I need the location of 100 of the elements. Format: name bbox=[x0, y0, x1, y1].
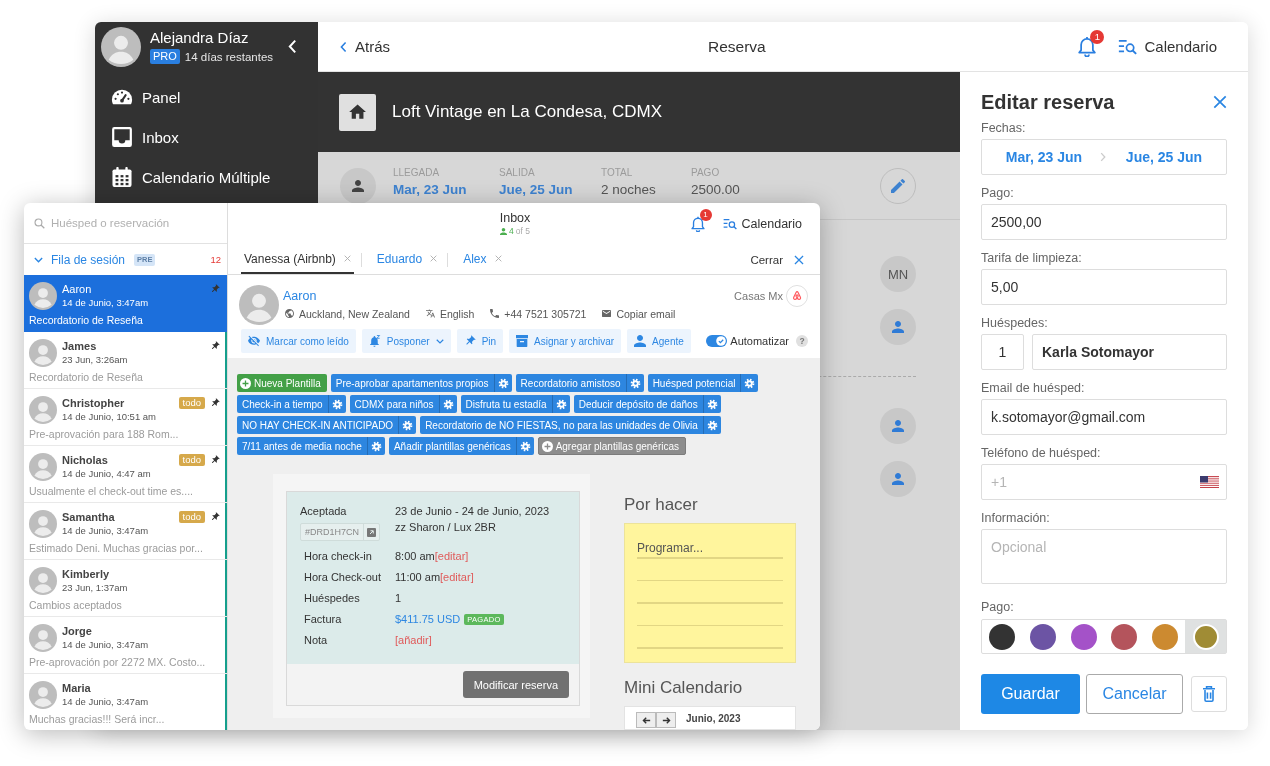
close-icon[interactable] bbox=[343, 255, 351, 262]
toggle-switch[interactable] bbox=[706, 335, 728, 347]
gear-icon[interactable] bbox=[331, 398, 343, 410]
flag-icon[interactable] bbox=[1200, 476, 1219, 488]
back-button[interactable]: Atrás bbox=[340, 38, 390, 55]
template-button[interactable]: Pre-aprobar apartamentos propios bbox=[330, 374, 512, 392]
template-button[interactable]: Huésped potencial bbox=[647, 374, 759, 392]
action-button[interactable]: Posponer bbox=[361, 329, 451, 353]
gear-icon[interactable] bbox=[519, 440, 531, 452]
person-icon[interactable] bbox=[880, 309, 916, 345]
detail-link[interactable]: [añadir] bbox=[395, 633, 432, 647]
close-tabs-button[interactable]: Cerrar bbox=[750, 245, 804, 274]
bell-icon[interactable] bbox=[690, 216, 705, 232]
person-icon[interactable] bbox=[880, 408, 916, 444]
color-option[interactable] bbox=[1185, 620, 1227, 653]
end-date[interactable]: Jue, 25 Jun bbox=[1125, 149, 1203, 165]
gear-icon[interactable] bbox=[370, 440, 382, 452]
nav-item[interactable]: Inbox bbox=[95, 117, 318, 157]
gear-icon[interactable] bbox=[744, 377, 756, 389]
delete-button[interactable] bbox=[1191, 676, 1227, 712]
add-templates-button[interactable]: Agregar plantillas genéricas bbox=[537, 437, 687, 455]
pin-icon[interactable] bbox=[210, 455, 220, 465]
person-icon[interactable] bbox=[880, 461, 916, 497]
action-button[interactable]: Agente bbox=[627, 329, 691, 353]
conversation-item[interactable]: Aaron 14 de Junio, 3:47am Recordatorio de Reseña bbox=[24, 275, 227, 332]
detail-link[interactable]: [editar] bbox=[440, 570, 474, 584]
copy-email-link[interactable]: Copiar email bbox=[616, 307, 676, 320]
guest-name[interactable]: Aaron bbox=[283, 289, 317, 303]
pin-icon[interactable] bbox=[210, 512, 220, 522]
template-button[interactable]: CDMX para niños bbox=[349, 395, 457, 413]
modify-reservation-button[interactable]: Modificar reserva bbox=[462, 671, 569, 698]
conversation-item[interactable]: Samantha todo 14 de Junio, 3:47am Estimado Deni. Muchas gracias por... bbox=[24, 503, 227, 560]
email-field[interactable]: k.sotomayor@gmail.com bbox=[981, 399, 1227, 435]
todo-note-field[interactable]: Programar... bbox=[624, 523, 796, 663]
detail-link[interactable]: [editar] bbox=[434, 549, 469, 563]
conversation-tab[interactable]: Vanessa (Airbnb) bbox=[241, 245, 354, 274]
guest-count-field[interactable]: 1 bbox=[981, 334, 1024, 370]
pin-icon[interactable] bbox=[210, 341, 220, 351]
gear-icon[interactable] bbox=[402, 419, 414, 431]
close-icon[interactable] bbox=[430, 255, 438, 262]
text-field[interactable]: 5,00 bbox=[981, 269, 1227, 305]
gear-icon[interactable] bbox=[555, 398, 567, 410]
action-button[interactable]: Marcar como leído bbox=[241, 329, 356, 353]
queue-title[interactable]: Fila de sesión bbox=[51, 252, 126, 267]
template-button[interactable]: Recordatorio de NO FIESTAS, no para las unidades de Olivia bbox=[420, 416, 721, 434]
summary-date[interactable]: Mar, 23 Jun bbox=[393, 181, 499, 199]
chevron-down-icon[interactable] bbox=[34, 256, 43, 263]
action-button[interactable]: Asignar y archivar bbox=[509, 329, 622, 353]
gear-icon[interactable] bbox=[442, 398, 454, 410]
close-icon[interactable] bbox=[1213, 95, 1227, 109]
plus-circle-icon bbox=[541, 440, 553, 452]
start-date[interactable]: Mar, 23 Jun bbox=[1005, 149, 1083, 165]
conversation-tab[interactable]: Alex bbox=[460, 245, 505, 274]
calendar-button[interactable]: Calendario bbox=[1118, 38, 1217, 55]
guest-name-field[interactable]: Karla Sotomayor bbox=[1032, 334, 1227, 370]
nav-item[interactable]: Panel bbox=[95, 77, 318, 117]
nav-item[interactable]: Calendario Múltiple bbox=[95, 157, 318, 197]
pin-icon[interactable] bbox=[210, 398, 220, 408]
panel-title: Editar reserva bbox=[981, 90, 1115, 114]
template-button[interactable]: Check-in a tiempo bbox=[237, 395, 346, 413]
reservation-code: #DRD1H7CN bbox=[304, 527, 360, 537]
gear-icon[interactable] bbox=[629, 377, 641, 389]
new-template-button[interactable]: Nueva Plantilla bbox=[237, 374, 327, 392]
conversation-item[interactable]: Nicholas todo 14 de Junio, 4:47 am Usualmente el check-out time es.... bbox=[24, 446, 227, 503]
conversation-item[interactable]: James 23 Jun, 3:26am Recordatorio de Reseña bbox=[24, 332, 227, 389]
template-button[interactable]: Deducir depósito de daños bbox=[573, 395, 721, 413]
text-field[interactable]: 2500,00 bbox=[981, 204, 1227, 240]
notes-field[interactable]: Opcional bbox=[981, 529, 1227, 584]
detail-value: 1 bbox=[395, 591, 402, 605]
external-link-icon[interactable] bbox=[367, 527, 376, 537]
gear-icon[interactable] bbox=[706, 398, 718, 410]
conversation-item[interactable]: Maria 14 de Junio, 3:47am Muchas gracias!!! Será incr... bbox=[24, 674, 227, 730]
conversation-item[interactable]: Jorge 14 de Junio, 3:47am Pre-aprovación por 2272 MX. Costo... bbox=[24, 617, 227, 674]
guest-initials[interactable]: MN bbox=[880, 256, 916, 292]
message-time: 23 Jun, 3:26am bbox=[62, 353, 129, 367]
conversation-item[interactable]: Kimberly 23 Jun, 1:37am Cambios aceptados bbox=[24, 560, 227, 617]
phone-field[interactable]: +1 bbox=[981, 464, 1227, 500]
search-field[interactable]: Huésped o reservación bbox=[51, 203, 227, 243]
template-button[interactable]: Recordatorio amistoso bbox=[515, 374, 644, 392]
gear-icon[interactable] bbox=[497, 377, 509, 389]
conversation-item[interactable]: Christopher todo 14 de Junio, 10:51 am Pre-aprovación para 188 Rom... bbox=[24, 389, 227, 446]
calendar-button[interactable]: Calendario bbox=[722, 217, 802, 231]
action-button[interactable]: Pin bbox=[456, 329, 504, 353]
gear-icon[interactable] bbox=[706, 419, 718, 431]
close-icon[interactable] bbox=[494, 255, 502, 262]
template-button[interactable]: NO HAY CHECK-IN ANTICIPADO bbox=[237, 416, 417, 434]
previous-month-button[interactable] bbox=[636, 712, 656, 728]
invoice-amount[interactable]: $411.75 USD bbox=[395, 612, 461, 626]
bell-icon[interactable] bbox=[1078, 36, 1097, 57]
template-button[interactable]: Disfruta tu estadía bbox=[460, 395, 570, 413]
save-button[interactable]: Guardar bbox=[981, 674, 1080, 714]
summary-date[interactable]: Jue, 25 Jun bbox=[499, 181, 601, 199]
next-month-button[interactable] bbox=[656, 712, 676, 728]
collapse-chevron-icon[interactable] bbox=[288, 39, 297, 54]
template-button[interactable]: Añadir plantillas genéricas bbox=[388, 437, 534, 455]
date-range-field[interactable]: Mar, 23 Jun Jue, 25 Jun bbox=[981, 139, 1227, 175]
template-button[interactable]: 7/11 antes de media noche bbox=[237, 437, 385, 455]
conversation-tab[interactable]: Eduardo bbox=[373, 245, 441, 274]
cancel-button[interactable]: Cancelar bbox=[1086, 674, 1183, 714]
help-button[interactable]: ? bbox=[796, 335, 808, 347]
